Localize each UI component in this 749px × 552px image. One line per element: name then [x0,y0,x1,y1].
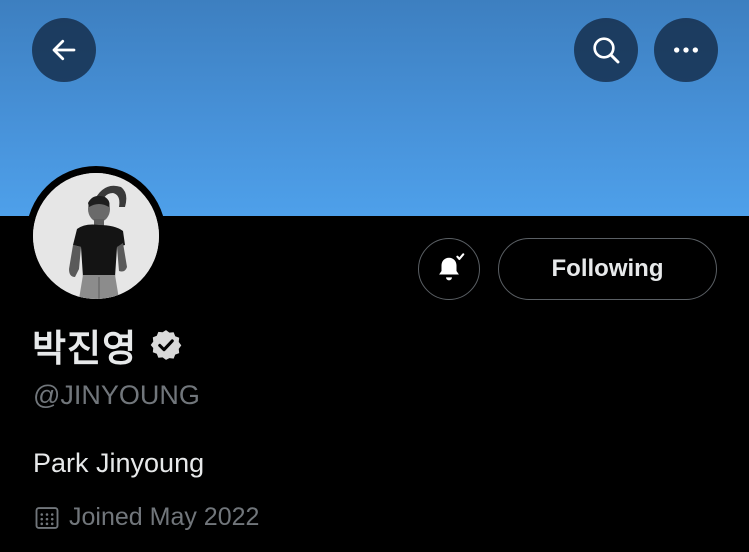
search-icon [593,37,620,64]
following-button[interactable]: Following [498,238,717,300]
avatar[interactable] [33,173,159,299]
joined-date-row: Joined May 2022 [33,503,259,532]
user-handle: @JINYOUNG [33,380,200,410]
joined-date-text: Joined May 2022 [69,503,260,531]
calendar-icon [33,504,61,532]
bio-text: Park Jinyoung [33,448,205,478]
avatar-frame[interactable] [26,166,166,306]
following-label: Following [551,255,664,282]
notification-button[interactable] [418,238,480,300]
arrow-left-icon [52,39,76,61]
name-row: 박진영 [32,322,183,370]
more-horizontal-icon [674,47,698,53]
search-button[interactable] [574,18,638,82]
verified-badge[interactable] [149,328,183,362]
verified-badge-icon [150,330,182,360]
display-name: 박진영 [32,327,138,370]
more-button[interactable] [654,18,718,82]
back-button[interactable] [32,18,96,82]
bell-subscribed-icon [439,253,465,281]
avatar-photo [33,173,159,299]
